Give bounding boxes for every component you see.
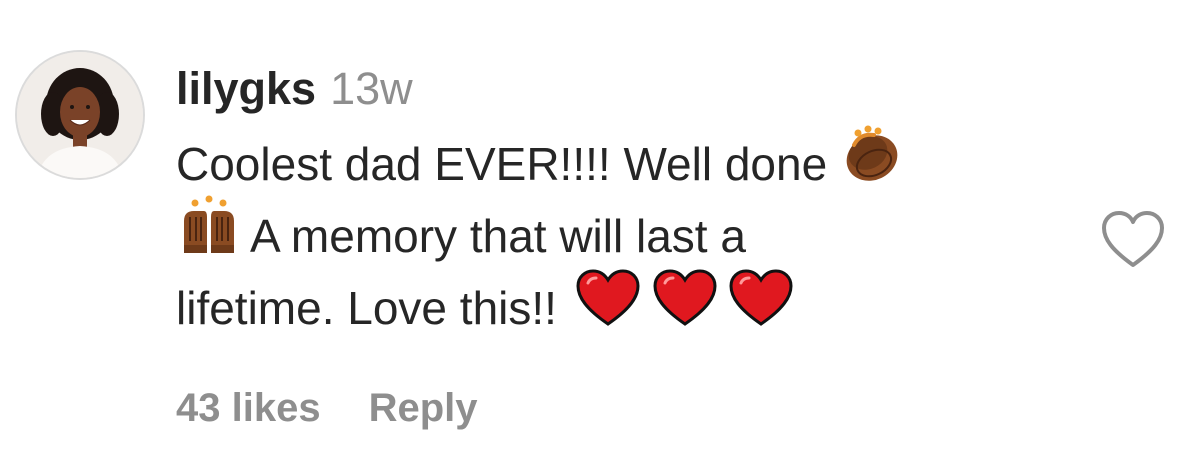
comment-header: lilygks 13w — [176, 60, 1076, 118]
comment-text-line: Coolest dad EVER!!!! Well done — [176, 138, 828, 190]
comment-body: lilygks 13w Coolest dad EVER!!!! Well don… — [176, 60, 1076, 344]
red-heart-emoji-icon — [576, 269, 640, 347]
raising-hands-emoji-icon — [178, 195, 240, 277]
comment-line-1: Coolest dad EVER!!!! Well done — [176, 125, 1056, 200]
clapping-hands-emoji-icon — [840, 123, 904, 205]
red-heart-emoji-icon — [729, 269, 793, 347]
username-link[interactable]: lilygks — [176, 63, 316, 114]
red-heart-emoji-icon — [652, 269, 717, 347]
avatar[interactable] — [15, 50, 145, 180]
timestamp[interactable]: 13w — [330, 63, 413, 114]
comment-line-3: lifetime. Love this!! — [176, 269, 1056, 347]
heart-outline-icon — [1102, 211, 1164, 267]
comment-text-line: lifetime. Love this!! — [176, 282, 557, 334]
comment-text-line: A memory that will last a — [250, 210, 746, 262]
like-button[interactable] — [1100, 210, 1166, 270]
comment-actions: 43 likes Reply — [176, 383, 478, 433]
comment: lilygks 13w Coolest dad EVER!!!! Well don… — [0, 0, 1200, 473]
comment-line-2: A memory that will last a — [176, 195, 1056, 272]
comment-text: Coolest dad EVER!!!! Well done A memory … — [176, 125, 1056, 347]
reply-button[interactable]: Reply — [369, 386, 478, 430]
profile-photo-icon — [17, 52, 143, 178]
likes-count-button[interactable]: 43 likes — [176, 386, 321, 430]
